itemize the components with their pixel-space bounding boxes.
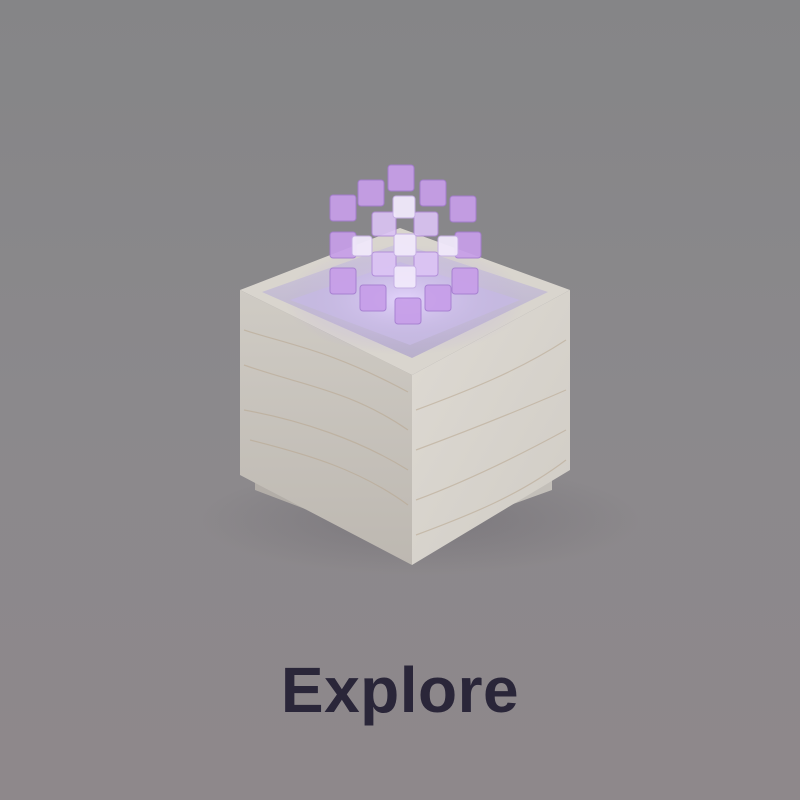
explore-screen: Explore (0, 0, 800, 800)
explore-label[interactable]: Explore (0, 650, 800, 730)
